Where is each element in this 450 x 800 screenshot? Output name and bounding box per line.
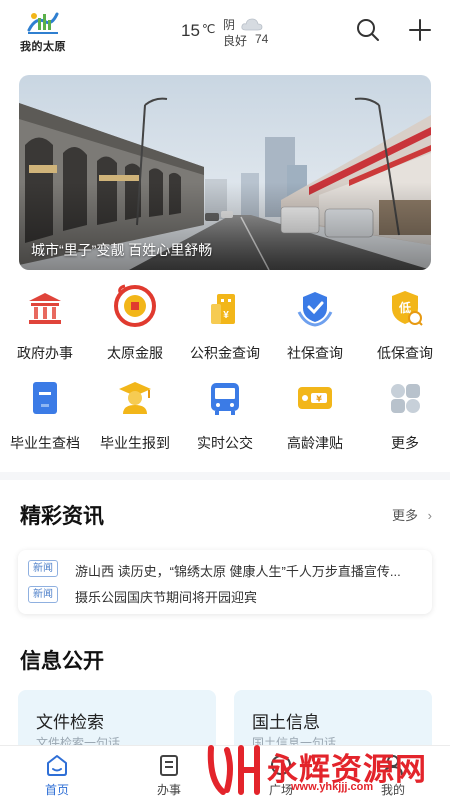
logo-text: 我的太原 bbox=[20, 40, 66, 53]
clipboard-icon bbox=[160, 755, 178, 776]
more-grid-icon bbox=[391, 384, 420, 413]
elderly-allowance-card-icon: ¥ bbox=[298, 387, 332, 409]
weather-condition: 阴 bbox=[223, 18, 236, 32]
svg-text:低: 低 bbox=[398, 300, 411, 315]
news-card: 新闻 游山西 读历史，“锦绣太原 健康人生”千人万步直播宣传... 新闻 摄乐公… bbox=[18, 550, 432, 614]
info-card-title: 国土信息 bbox=[252, 713, 320, 732]
tab-label: 办事 bbox=[156, 783, 181, 797]
svg-text:¥: ¥ bbox=[223, 310, 229, 321]
app-logo[interactable]: 我的太原 bbox=[14, 8, 72, 54]
subsistence-allowance-icon: 低 bbox=[392, 291, 423, 326]
archive-file-icon bbox=[33, 382, 57, 414]
news-tag: 新闻 bbox=[28, 586, 58, 603]
service-realtime-bus[interactable]: 实时公交 bbox=[180, 372, 270, 462]
service-elderly-allowance[interactable]: ¥ 高龄津贴 bbox=[270, 372, 360, 462]
watermark-url: www.yhkjjj.com bbox=[291, 781, 374, 793]
service-label: 更多 bbox=[391, 435, 419, 451]
logo-mark-icon bbox=[27, 12, 59, 34]
news-banner[interactable]: 城市“里子”变靓 百姓心里舒畅 bbox=[19, 75, 431, 270]
housing-fund-icon: ¥ bbox=[211, 294, 235, 324]
top-header: 我的太原 15 ℃ 阴 良好 74 bbox=[0, 0, 450, 62]
banner-caption: 城市“里子”变靓 百姓心里舒畅 bbox=[31, 242, 213, 258]
info-card-title: 文件检索 bbox=[36, 713, 104, 732]
service-graduate-archive[interactable]: 毕业生查档 bbox=[0, 372, 90, 462]
service-social-security[interactable]: 社保查询 bbox=[270, 282, 360, 372]
news-more-link[interactable]: 更多 › bbox=[392, 505, 432, 524]
home-icon bbox=[47, 755, 67, 776]
news-headline: 摄乐公园国庆节期间将开园迎宾 bbox=[75, 590, 258, 605]
service-housing-fund[interactable]: ¥ 公积金查询 bbox=[180, 282, 270, 372]
plus-icon[interactable] bbox=[406, 16, 434, 44]
aqi-value: 74 bbox=[255, 32, 269, 46]
service-gov-affairs[interactable]: 政府办事 bbox=[0, 282, 90, 372]
dragon-coin-icon bbox=[114, 284, 156, 327]
svg-text:¥: ¥ bbox=[316, 395, 322, 404]
temperature: 15 ℃ bbox=[181, 21, 215, 41]
chevron-right-icon: › bbox=[427, 508, 432, 523]
temperature-value: 15 bbox=[181, 21, 200, 40]
news-section-title: 精彩资讯 bbox=[20, 505, 104, 528]
service-more[interactable]: 更多 bbox=[360, 372, 450, 462]
news-item[interactable]: 新闻 摄乐公园国庆节期间将开园迎宾 bbox=[28, 585, 424, 605]
news-headline: 游山西 读历史，“锦绣太原 健康人生”千人万步直播宣传... bbox=[75, 564, 401, 579]
service-subsistence[interactable]: 低 低保查询 bbox=[360, 282, 450, 372]
tab-services[interactable]: 办事 bbox=[124, 746, 214, 800]
service-graduate-register[interactable]: 毕业生报到 bbox=[90, 372, 180, 462]
watermark: 永辉资源网 www.yhkjjj.com bbox=[205, 740, 445, 800]
service-label: 低保查询 bbox=[377, 345, 433, 361]
info-section-title: 信息公开 bbox=[20, 650, 104, 673]
temperature-unit: ℃ bbox=[201, 22, 216, 36]
news-tag: 新闻 bbox=[28, 560, 58, 577]
search-icon[interactable] bbox=[354, 16, 382, 44]
bus-icon bbox=[211, 383, 239, 415]
graduate-icon bbox=[119, 382, 151, 414]
tab-home[interactable]: 首页 bbox=[12, 746, 102, 800]
service-grid: 政府办事 太原金服 ¥ 公积金查询 社保查询 低 低保查询 毕业生查档 毕业生报… bbox=[0, 282, 450, 467]
government-building-icon bbox=[29, 293, 61, 324]
cloud-icon bbox=[241, 18, 263, 31]
social-security-shield-icon bbox=[297, 292, 333, 327]
more-label: 更多 bbox=[392, 508, 419, 523]
section-divider bbox=[0, 472, 450, 480]
air-quality-label: 良好 bbox=[223, 34, 248, 48]
news-item[interactable]: 新闻 游山西 读历史，“锦绣太原 健康人生”千人万步直播宣传... bbox=[28, 559, 424, 579]
watermark-logo-icon bbox=[207, 745, 260, 795]
service-taiyuan-finance[interactable]: 太原金服 bbox=[90, 282, 180, 372]
tab-label: 首页 bbox=[44, 783, 69, 797]
